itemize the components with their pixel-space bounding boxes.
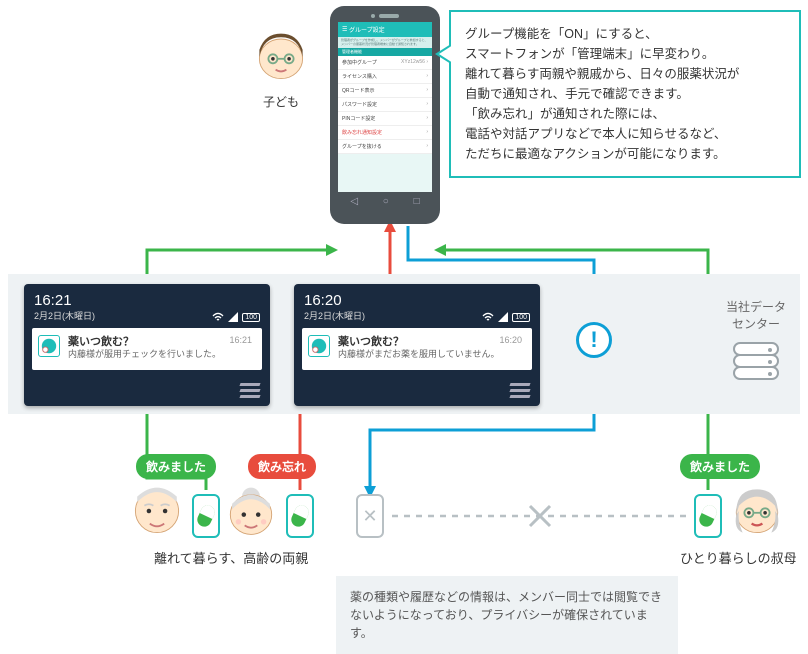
status-missed-badge: 飲み忘れ	[248, 454, 316, 479]
phone-setting-row: ライセンス購入 ›	[338, 70, 432, 84]
back-icon: ◁	[350, 196, 358, 207]
battery-icon: 100	[512, 313, 530, 322]
admin-phone: ☰ グループ設定 管理者がグループを作成し、メンバーがグループに参加すると、メン…	[330, 6, 440, 224]
phone-setting-row: PINコード設定 ›	[338, 112, 432, 126]
grandma-phone-icon	[286, 494, 314, 538]
status-taken-badge: 飲みました	[680, 454, 760, 479]
phone-setting-row: パスワード設定 ›	[338, 98, 432, 112]
privacy-note: 薬の種類や履歴などの情報は、メンバー同士では閲覧でき ないようになっており、プラ…	[336, 576, 678, 654]
grandma-node	[224, 484, 278, 543]
signal-icon	[228, 312, 238, 322]
phone-screen-title: ☰ グループ設定	[338, 22, 432, 37]
app-icon	[38, 335, 60, 357]
aunt-face-icon	[730, 484, 784, 538]
alert-icon: !	[576, 322, 612, 358]
status-icons: 100	[482, 312, 530, 322]
child-label: 子ども	[246, 93, 316, 110]
grandma-face-icon	[224, 484, 278, 538]
home-icon: ○	[383, 196, 389, 207]
wifi-icon	[482, 312, 494, 322]
server-icon	[733, 342, 779, 380]
grandpa-node	[130, 484, 184, 543]
child-node: 子ども	[246, 30, 316, 110]
phone-setting-row: 飲み忘れ通知設定 ›	[338, 126, 432, 140]
phone-section: 管理者機能	[338, 48, 432, 56]
data-center: 当社データセンター	[716, 298, 796, 378]
explanation-callout: グループ機能を「ON」にすると、 スマートフォンが「管理端末」に早変わり。 離れ…	[449, 10, 801, 178]
recents-icon: □	[414, 196, 420, 207]
phone-setting-row: グループを抜ける ›	[338, 140, 432, 154]
child-face-icon	[254, 30, 308, 84]
app-icon	[308, 335, 330, 357]
grandpa-face-icon	[130, 484, 184, 538]
signal-icon	[498, 312, 508, 322]
phone-note: 管理者がグループを作成し、メンバーがグループに参加すると、メンバーの服薬状況が管…	[338, 37, 432, 48]
status-taken-badge: 飲みました	[136, 454, 216, 479]
aunt-node	[730, 484, 784, 543]
battery-icon: 100	[242, 313, 260, 322]
aunt-phone-icon	[694, 494, 722, 538]
phone-setting-row: QRコード表示 ›	[338, 84, 432, 98]
blocked-phone-icon: ✕	[356, 494, 384, 538]
notification-missed: 16:202月2日(木曜日) 100 薬いつ飲む？16:20 内藤様がまだお薬を…	[294, 284, 540, 406]
parents-label: 離れて暮らす、高齢の両親	[154, 548, 308, 567]
status-icons: 100	[212, 312, 260, 322]
grandpa-phone-icon	[192, 494, 220, 538]
wifi-icon	[212, 312, 224, 322]
aunt-label: ひとり暮らしの叔母	[680, 548, 797, 567]
phone-setting-row: 参加中グループXYz12w56 ›	[338, 56, 432, 70]
notification-taken: 16:212月2日(木曜日) 100 薬いつ飲む？16:21 内藤様が服用チェッ…	[24, 284, 270, 406]
